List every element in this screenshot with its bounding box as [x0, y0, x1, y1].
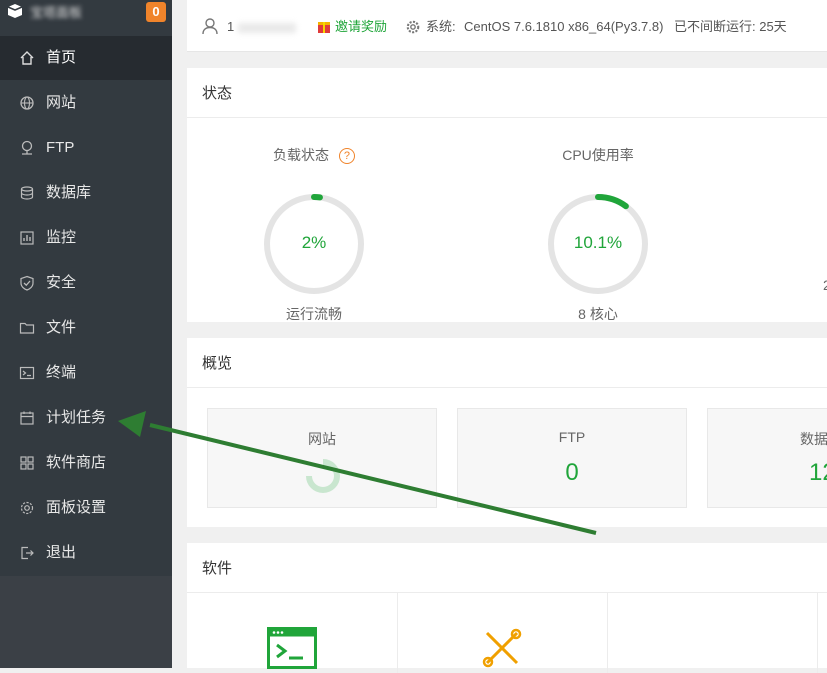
status-panel: 状态 负载状态 ? 2% 运行流畅 CPU使用率 10.1% 8 核心 2 [187, 68, 827, 322]
software-panel: 软件 [187, 543, 827, 673]
terminal-app-icon [267, 627, 317, 669]
load-gauge[interactable]: 负载状态 ? 2% 运行流畅 [259, 145, 369, 335]
overview-title: 概览 [202, 355, 233, 372]
cpu-gauge[interactable]: CPU使用率 10.1% 8 核心 [543, 145, 653, 335]
brand-name: 宝塔面板 [30, 5, 83, 20]
sidebar-item-app-store[interactable]: 软件商店 [0, 441, 172, 485]
database-icon [20, 186, 34, 200]
sidebar-item-label: 软件商店 [46, 454, 107, 471]
cpu-label: CPU使用率 [562, 147, 634, 163]
logout-icon [21, 546, 34, 560]
tools-icon [482, 628, 522, 668]
third-gauge-sub: 2 [823, 277, 827, 293]
uptime: 已不间断运行: 25天 [674, 19, 787, 34]
loading-spinner-icon [306, 459, 340, 493]
sidebar-item-label: 退出 [46, 544, 77, 561]
card-label: FTP [558, 429, 586, 445]
apps-icon [20, 456, 34, 470]
software-item-tools[interactable] [397, 593, 608, 673]
user-icon [202, 18, 218, 35]
redacted-username [237, 22, 296, 33]
notification-badge[interactable]: 0 [146, 2, 166, 22]
system-value: CentOS 7.6.1810 x86_64(Py3.7.8) [464, 19, 664, 34]
help-icon[interactable]: ? [338, 148, 355, 164]
shield-icon [20, 275, 34, 291]
home-icon [20, 51, 34, 65]
card-value: 12 [809, 459, 827, 486]
sidebar-item-settings[interactable]: 面板设置 [0, 486, 172, 530]
globe-icon [20, 96, 34, 110]
logo-bar: 宝塔面板 0 [0, 0, 172, 25]
load-sub: 运行流畅 [286, 306, 342, 322]
sidebar-item-ftp[interactable]: FTP [0, 126, 172, 170]
gift-icon [318, 22, 330, 33]
sidebar-item-label: FTP [46, 139, 75, 156]
card-label: 数据 [800, 431, 827, 447]
invite-reward-link[interactable]: 邀请奖励 [335, 0, 387, 53]
sidebar-item-home[interactable]: 首页 [0, 36, 172, 80]
logo-icon [7, 4, 23, 18]
terminal-icon [19, 366, 35, 380]
calendar-icon [20, 411, 34, 425]
software-title: 软件 [202, 560, 233, 577]
monitor-icon [20, 231, 34, 245]
ftp-icon [21, 140, 33, 155]
load-value: 2% [301, 233, 327, 252]
database-count-card[interactable]: 数据 12 [707, 408, 827, 508]
sidebar-item-monitor[interactable]: 监控 [0, 216, 172, 260]
sidebar-item-label: 数据库 [46, 184, 92, 201]
gear-icon [20, 501, 34, 515]
sidebar-item-terminal[interactable]: 终端 [0, 351, 172, 395]
divider [187, 387, 827, 388]
website-count-card[interactable]: 网站 [207, 408, 437, 508]
sidebar-item-security[interactable]: 安全 [0, 261, 172, 305]
sidebar-item-label: 安全 [46, 274, 77, 291]
card-value: 0 [565, 459, 579, 486]
username[interactable]: 1 [227, 0, 297, 53]
sidebar-item-logout[interactable]: 退出 [0, 531, 172, 575]
sidebar-item-label: 计划任务 [46, 409, 107, 426]
sidebar-item-label: 首页 [46, 49, 77, 66]
ftp-count-card[interactable]: FTP 0 [457, 408, 687, 508]
system-gear-icon [406, 20, 420, 34]
divider [187, 117, 827, 118]
sidebar-item-database[interactable]: 数据库 [0, 171, 172, 215]
sidebar-item-label: 终端 [46, 364, 77, 381]
sidebar-item-label: 文件 [46, 319, 77, 336]
card-label: 网站 [308, 431, 336, 447]
load-label: 负载状态 ? [259, 145, 369, 165]
software-item-terminal[interactable] [187, 593, 398, 673]
cpu-value: 10.1% [573, 233, 623, 252]
sidebar-item-files[interactable]: 文件 [0, 306, 172, 350]
status-title: 状态 [202, 85, 233, 102]
sidebar: 宝塔面板 0 首页 网站 FTP 数据库 监控 安全 文件 终端 计划任务 软件… [0, 0, 172, 668]
cpu-sub: 8 核心 [578, 306, 618, 322]
system-label: 系统: [426, 19, 456, 34]
folder-icon [19, 322, 35, 334]
top-info-bar: 1 邀请奖励 系统: CentOS 7.6.1810 x86_64(Py3.7.… [187, 0, 827, 52]
sidebar-item-website[interactable]: 网站 [0, 81, 172, 125]
sidebar-item-label: 网站 [46, 94, 77, 111]
sidebar-item-cron[interactable]: 计划任务 [0, 396, 172, 440]
sidebar-item-label: 监控 [46, 229, 77, 246]
software-item-empty[interactable] [607, 593, 818, 673]
sidebar-item-label: 面板设置 [46, 499, 107, 516]
overview-panel: 概览 网站 FTP 0 数据 12 [187, 338, 827, 527]
